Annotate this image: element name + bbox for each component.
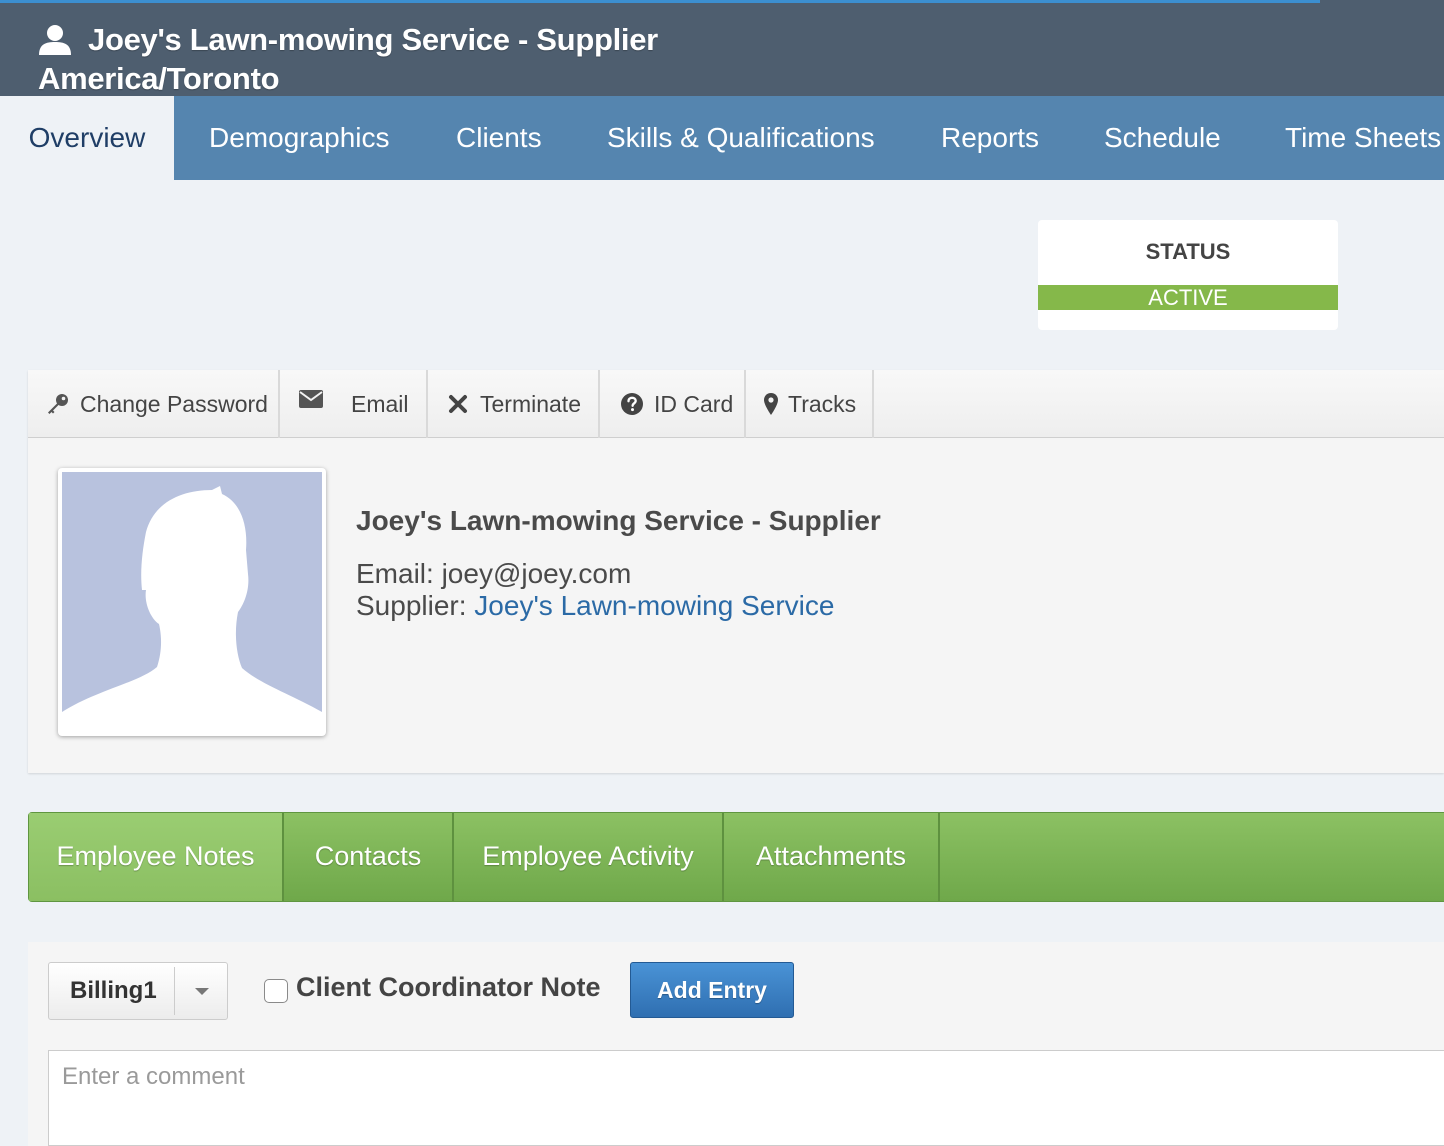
tracks-label: Tracks	[788, 390, 857, 417]
id-card-button[interactable]: ID Card	[600, 370, 746, 438]
profile-panel: Change Password Email Terminate ID Card	[28, 370, 1444, 773]
default-avatar-silhouette	[62, 472, 322, 732]
change-password-button[interactable]: Change Password	[28, 370, 280, 438]
status-label: STATUS	[1145, 239, 1231, 264]
tab-time-sheets[interactable]: Time Sheets	[1285, 96, 1441, 180]
email-label: Email	[351, 390, 409, 417]
tracks-button[interactable]: Tracks	[746, 370, 874, 438]
supplier-link[interactable]: Joey's Lawn-mowing Service	[474, 590, 834, 621]
client-coordinator-label[interactable]: Client Coordinator Note	[296, 972, 601, 1003]
supplier-field-label: Supplier:	[356, 590, 467, 621]
header-accent-gap	[1320, 0, 1444, 3]
header-title-row: Joey's Lawn-mowing Service - Supplier	[38, 22, 658, 58]
tab-skills-qualifications[interactable]: Skills & Qualifications	[607, 96, 875, 180]
profile-supplier-line: Supplier: Joey's Lawn-mowing Service	[356, 590, 834, 622]
tab-clients[interactable]: Clients	[456, 96, 542, 180]
tab-attachments[interactable]: Attachments	[724, 813, 940, 901]
close-icon	[449, 395, 467, 413]
note-category-select[interactable]: Billing1	[48, 962, 228, 1020]
email-field-label: Email:	[356, 558, 434, 589]
id-card-label: ID Card	[654, 390, 734, 417]
page-title: Joey's Lawn-mowing Service - Supplier	[88, 22, 658, 57]
profile-email: joey@joey.com	[441, 558, 632, 589]
notes-panel: Billing1 Client Coordinator Note Add Ent…	[28, 942, 1444, 1146]
key-icon	[48, 394, 68, 414]
status-card: STATUS ACTIVE	[1038, 220, 1338, 330]
action-toolbar: Change Password Email Terminate ID Card	[28, 370, 1444, 438]
timezone-label: America/Toronto	[38, 61, 280, 96]
tab-contacts[interactable]: Contacts	[284, 813, 454, 901]
email-button[interactable]: Email	[280, 370, 428, 438]
add-entry-button[interactable]: Add Entry	[630, 962, 794, 1018]
main-nav: Overview Demographics Clients Skills & Q…	[0, 96, 1444, 180]
profile-name: Joey's Lawn-mowing Service - Supplier	[356, 505, 881, 536]
envelope-icon	[299, 390, 323, 408]
profile-email-line: Email: joey@joey.com	[356, 558, 631, 590]
tab-reports[interactable]: Reports	[941, 96, 1039, 180]
chevron-down-icon[interactable]	[195, 988, 209, 995]
select-divider	[174, 967, 175, 1015]
terminate-label: Terminate	[480, 390, 581, 417]
comment-input[interactable]	[48, 1050, 1444, 1146]
app-header: Joey's Lawn-mowing Service - Supplier Am…	[0, 0, 1444, 96]
tab-schedule[interactable]: Schedule	[1104, 96, 1221, 180]
tab-employee-activity[interactable]: Employee Activity	[454, 813, 724, 901]
tab-overview[interactable]: Overview	[0, 96, 174, 180]
user-icon	[39, 25, 71, 55]
tab-demographics[interactable]: Demographics	[209, 96, 390, 180]
change-password-label: Change Password	[80, 390, 268, 417]
map-marker-icon	[764, 393, 778, 415]
question-circle-icon	[621, 393, 643, 415]
note-category-value: Billing1	[70, 977, 157, 1004]
terminate-button[interactable]: Terminate	[428, 370, 600, 438]
sub-tab-bar: Employee Notes Contacts Employee Activit…	[28, 812, 1444, 902]
tab-employee-notes[interactable]: Employee Notes	[29, 813, 284, 901]
status-badge: ACTIVE	[1038, 285, 1338, 310]
avatar	[58, 468, 326, 736]
client-coordinator-checkbox[interactable]	[264, 979, 288, 1003]
